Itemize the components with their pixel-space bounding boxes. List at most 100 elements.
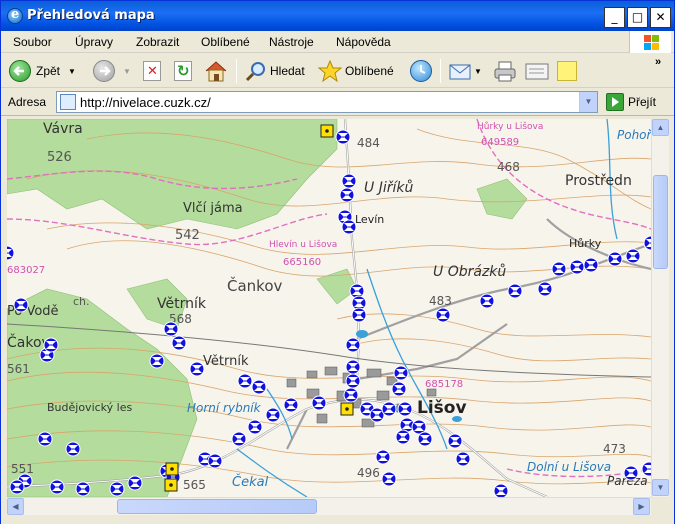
benchmark-marker[interactable] bbox=[9, 479, 25, 495]
benchmark-marker[interactable] bbox=[479, 293, 495, 309]
benchmark-marker[interactable] bbox=[417, 431, 433, 447]
benchmark-marker[interactable] bbox=[345, 337, 361, 353]
benchmark-marker[interactable] bbox=[345, 373, 361, 389]
messenger-button[interactable] bbox=[557, 58, 577, 84]
forward-dropdown-icon[interactable]: ▼ bbox=[123, 67, 131, 76]
menu-oblibene[interactable]: Oblíbené bbox=[201, 35, 250, 49]
menu-upravy[interactable]: Úpravy bbox=[75, 35, 113, 49]
benchmark-marker[interactable] bbox=[311, 395, 327, 411]
print-button[interactable] bbox=[493, 58, 517, 84]
benchmark-marker[interactable] bbox=[251, 379, 267, 395]
scroll-left-button[interactable]: ◀ bbox=[7, 498, 24, 515]
benchmark-marker[interactable] bbox=[247, 419, 263, 435]
benchmark-marker[interactable] bbox=[65, 441, 81, 457]
vertical-scroll-thumb[interactable] bbox=[653, 175, 668, 269]
benchmark-marker[interactable] bbox=[351, 307, 367, 323]
benchmark-marker[interactable] bbox=[343, 387, 359, 403]
benchmark-marker[interactable] bbox=[507, 283, 523, 299]
forward-button[interactable]: ▼ bbox=[93, 58, 131, 84]
benchmark-marker[interactable] bbox=[341, 219, 357, 235]
back-dropdown-icon[interactable]: ▼ bbox=[68, 67, 76, 76]
benchmark-marker[interactable] bbox=[189, 361, 205, 377]
benchmark-marker[interactable] bbox=[623, 465, 639, 481]
benchmark-marker[interactable] bbox=[149, 353, 165, 369]
benchmark-marker[interactable] bbox=[75, 481, 91, 497]
search-button[interactable]: Hledat bbox=[245, 58, 305, 84]
menu-nastroje[interactable]: Nástroje bbox=[269, 35, 314, 49]
benchmark-marker[interactable] bbox=[231, 431, 247, 447]
benchmark-marker[interactable] bbox=[455, 451, 471, 467]
label-vetrnik: Větrník bbox=[157, 296, 207, 312]
menu-soubor[interactable]: Soubor bbox=[13, 35, 52, 49]
benchmark-marker[interactable] bbox=[13, 297, 29, 313]
favorites-button[interactable]: Oblíbené bbox=[318, 58, 394, 84]
vertical-scrollbar[interactable]: ▲ ▼ bbox=[651, 119, 669, 497]
trig-point-marker[interactable] bbox=[340, 402, 354, 416]
benchmark-marker[interactable] bbox=[381, 471, 397, 487]
scroll-up-button[interactable]: ▲ bbox=[652, 119, 669, 136]
trig-point-marker[interactable] bbox=[165, 462, 179, 476]
maximize-button[interactable]: □ bbox=[627, 7, 648, 28]
benchmark-marker[interactable] bbox=[435, 307, 451, 323]
back-button[interactable]: Zpět ▼ bbox=[9, 58, 76, 84]
stop-button[interactable]: ✕ bbox=[143, 58, 161, 84]
menu-zobrazit[interactable]: Zobrazit bbox=[136, 35, 179, 49]
benchmark-marker[interactable] bbox=[265, 407, 281, 423]
mail-dropdown-icon[interactable]: ▼ bbox=[474, 67, 482, 76]
benchmark-marker[interactable] bbox=[551, 261, 567, 277]
benchmark-marker[interactable] bbox=[37, 431, 53, 447]
horizontal-scrollbar[interactable]: ◀ ▶ bbox=[7, 497, 651, 515]
go-button[interactable]: Přejít bbox=[606, 92, 656, 112]
benchmark-marker[interactable] bbox=[641, 461, 651, 477]
benchmark-marker[interactable] bbox=[49, 479, 65, 495]
benchmark-marker[interactable] bbox=[607, 251, 623, 267]
trig-point-marker[interactable] bbox=[320, 124, 334, 138]
benchmark-marker[interactable] bbox=[207, 453, 223, 469]
benchmark-marker[interactable] bbox=[493, 483, 509, 497]
benchmark-marker[interactable] bbox=[163, 321, 179, 337]
address-input[interactable]: http://nivelace.cuzk.cz/ ▼ bbox=[56, 91, 598, 113]
benchmark-marker[interactable] bbox=[171, 335, 187, 351]
scroll-down-button[interactable]: ▼ bbox=[652, 479, 669, 496]
map-viewport[interactable]: Vávra U Jiříků Prostředn Vlčí jáma Levín… bbox=[7, 119, 651, 497]
mail-button[interactable]: ▼ bbox=[448, 58, 482, 84]
title-bar[interactable]: Přehledová mapa _ □ ✕ bbox=[1, 1, 674, 31]
benchmark-marker[interactable] bbox=[537, 281, 553, 297]
address-dropdown-icon[interactable]: ▼ bbox=[579, 92, 597, 112]
trig-point-marker[interactable] bbox=[164, 478, 178, 492]
scroll-right-button[interactable]: ▶ bbox=[633, 498, 650, 515]
benchmark-marker[interactable] bbox=[447, 433, 463, 449]
benchmark-marker[interactable] bbox=[345, 359, 361, 375]
topographic-map[interactable]: Vávra U Jiříků Prostředn Vlčí jáma Levín… bbox=[7, 119, 651, 497]
benchmark-marker[interactable] bbox=[381, 401, 397, 417]
benchmark-marker[interactable] bbox=[7, 245, 15, 261]
benchmark-marker[interactable] bbox=[335, 129, 351, 145]
benchmark-marker[interactable] bbox=[395, 429, 411, 445]
benchmark-marker[interactable] bbox=[583, 257, 599, 273]
toolbar-overflow-icon[interactable]: » bbox=[655, 56, 661, 68]
close-button[interactable]: ✕ bbox=[650, 7, 671, 28]
benchmark-marker[interactable] bbox=[339, 187, 355, 203]
benchmark-marker[interactable] bbox=[237, 373, 253, 389]
benchmark-marker[interactable] bbox=[127, 475, 143, 491]
history-button[interactable] bbox=[410, 58, 432, 84]
benchmark-marker[interactable] bbox=[375, 449, 391, 465]
benchmark-marker[interactable] bbox=[43, 337, 59, 353]
benchmark-marker[interactable] bbox=[391, 381, 407, 397]
benchmark-marker[interactable] bbox=[393, 365, 409, 381]
toolbar: Zpět ▼ ▼ ✕ ↻ Hledat Oblíbené ▼ » bbox=[1, 54, 674, 88]
benchmark-marker[interactable] bbox=[569, 259, 585, 275]
address-url[interactable]: http://nivelace.cuzk.cz/ bbox=[80, 95, 211, 110]
benchmark-marker[interactable] bbox=[283, 397, 299, 413]
horizontal-scroll-thumb[interactable] bbox=[117, 499, 317, 514]
benchmark-marker[interactable] bbox=[625, 248, 641, 264]
benchmark-marker[interactable] bbox=[397, 401, 413, 417]
benchmark-marker[interactable] bbox=[109, 481, 125, 497]
home-button[interactable] bbox=[204, 58, 228, 84]
benchmark-marker[interactable] bbox=[643, 235, 651, 251]
benchmark-marker[interactable] bbox=[341, 173, 357, 189]
menu-napoveda[interactable]: Nápověda bbox=[336, 35, 391, 49]
minimize-button[interactable]: _ bbox=[604, 7, 625, 28]
edit-button[interactable] bbox=[524, 58, 550, 84]
refresh-button[interactable]: ↻ bbox=[174, 58, 192, 84]
